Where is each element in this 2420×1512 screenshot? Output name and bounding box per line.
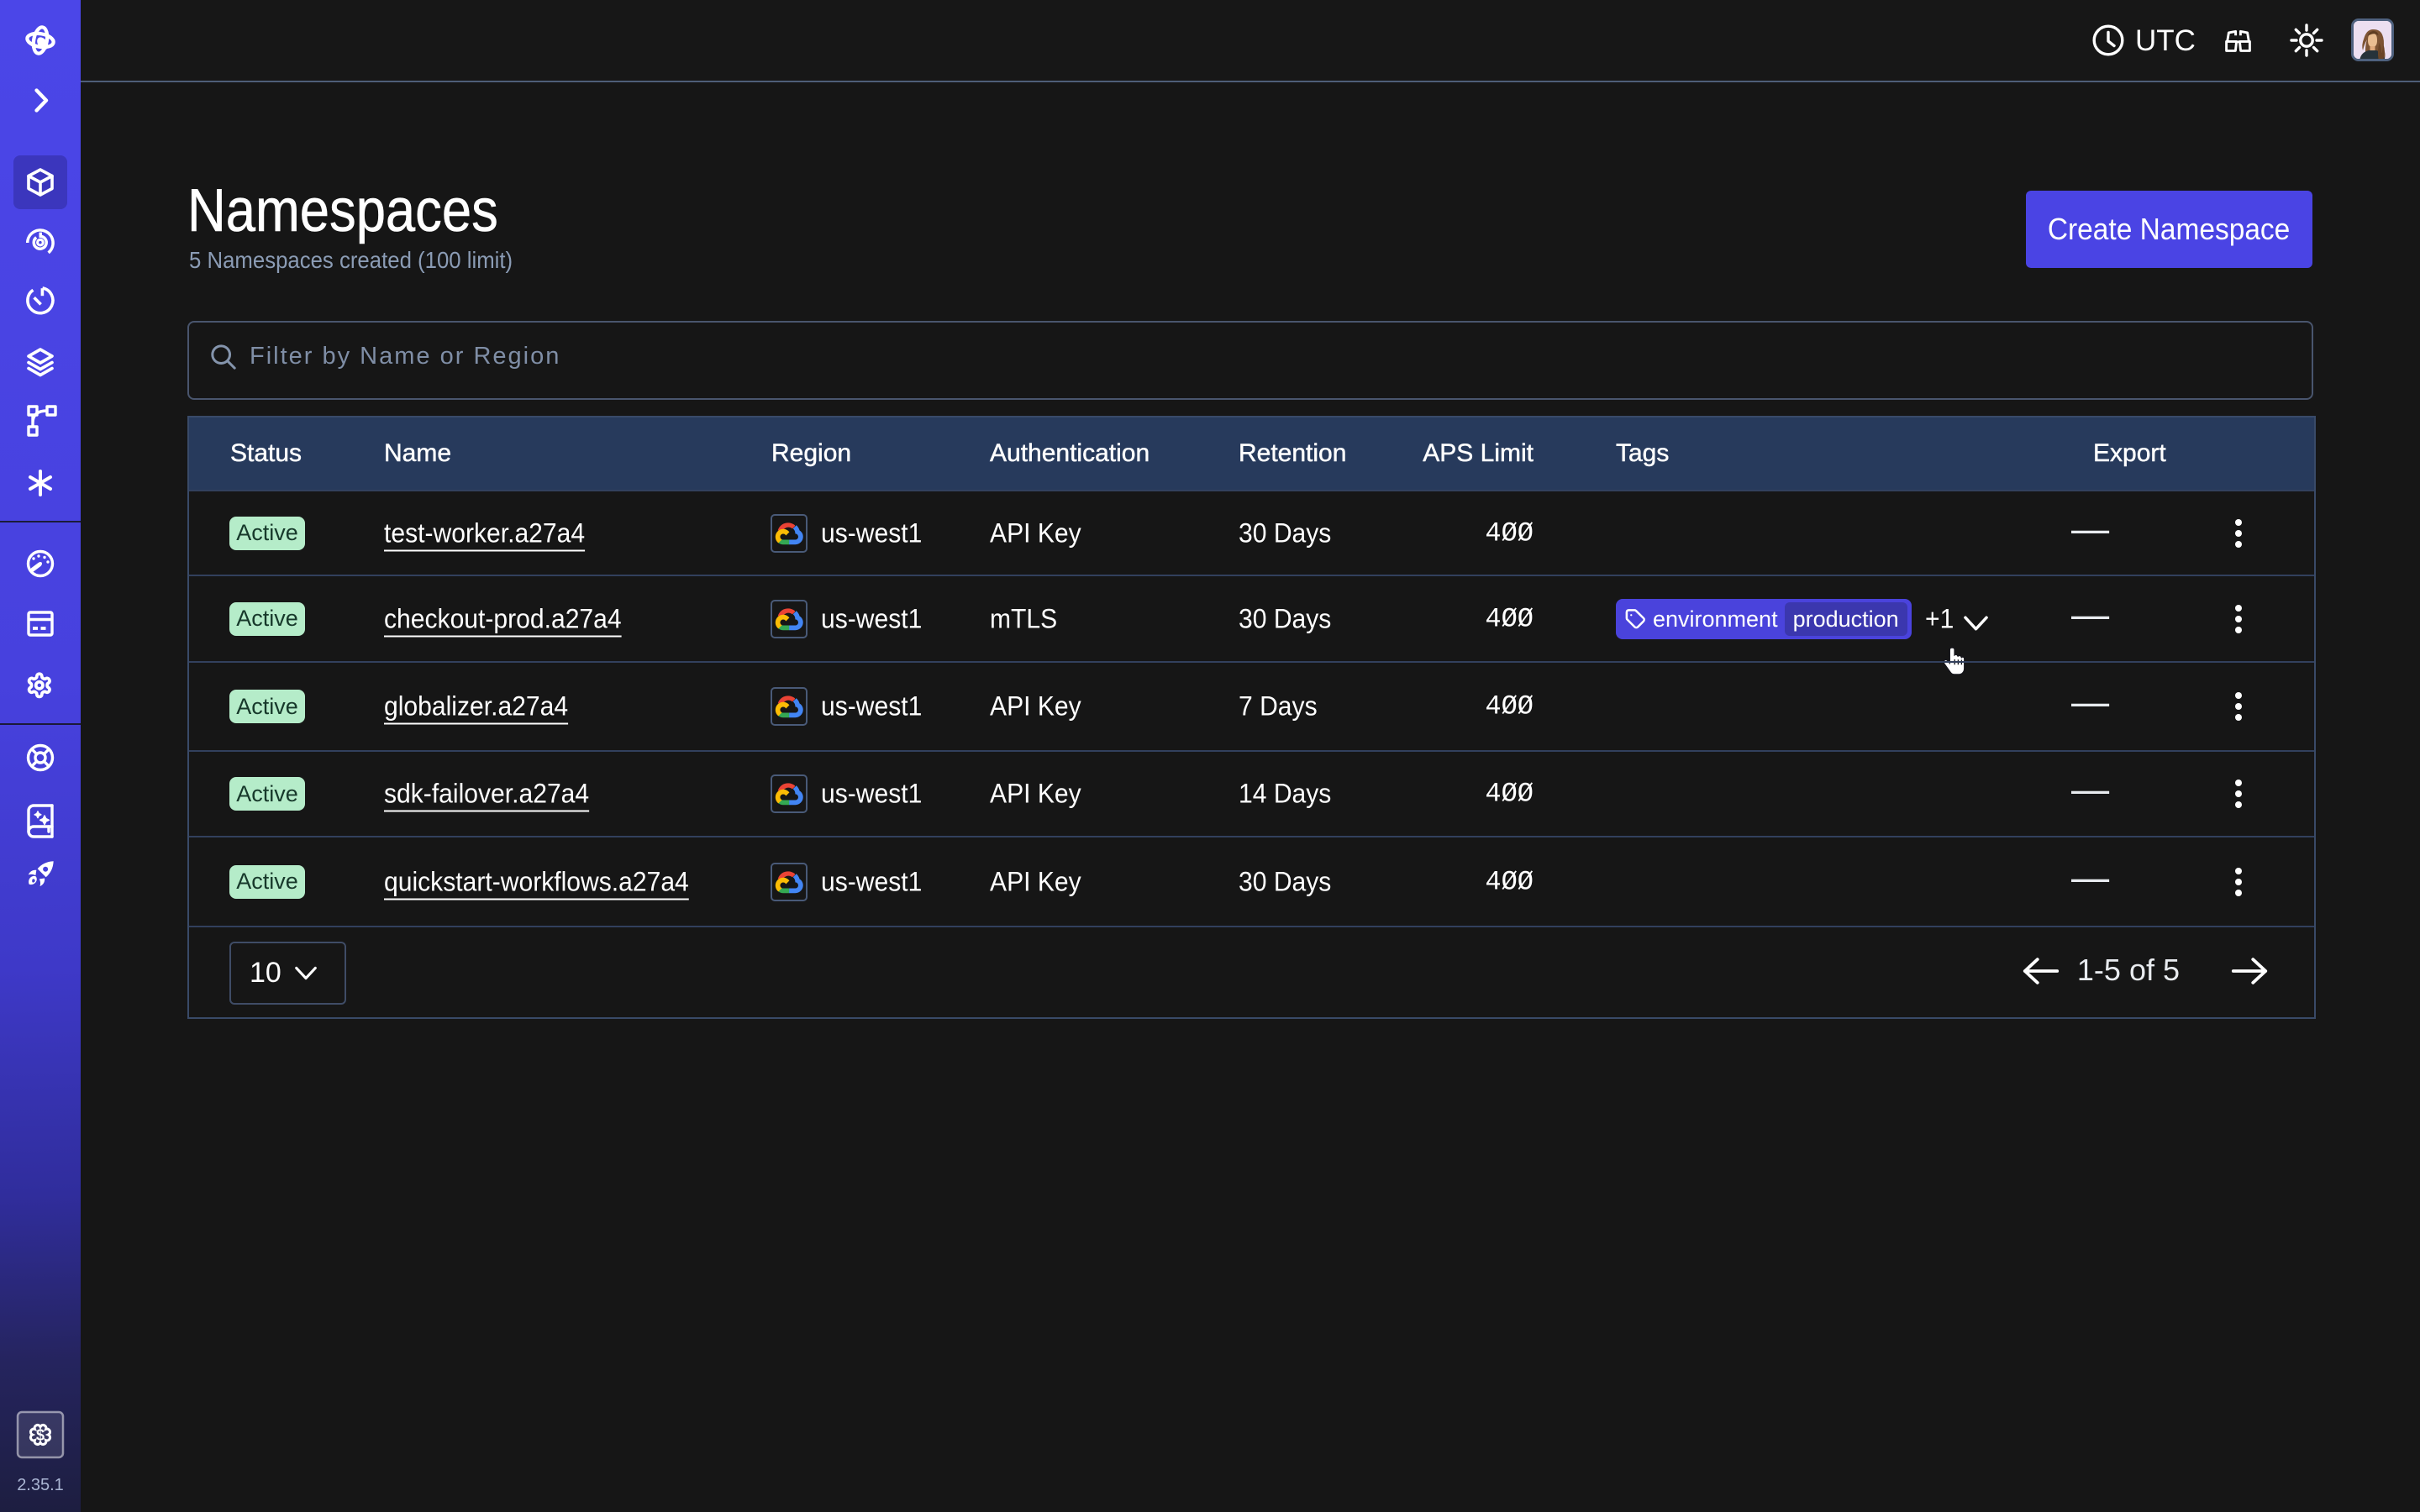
svg-text:$: $	[36, 1427, 45, 1444]
